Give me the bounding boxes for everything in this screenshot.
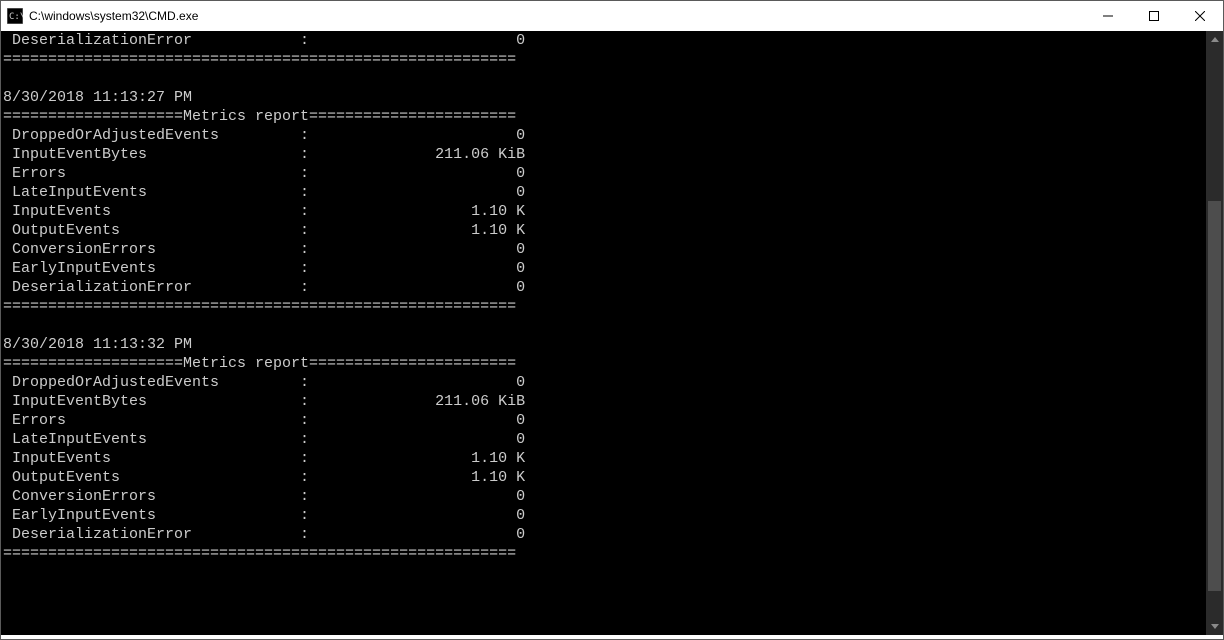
window-title: C:\windows\system32\CMD.exe — [29, 9, 198, 23]
maximize-button[interactable] — [1131, 1, 1177, 31]
content-area: DeserializationError : 0 ===============… — [1, 31, 1223, 635]
minimize-button[interactable] — [1085, 1, 1131, 31]
scroll-down-arrow-icon[interactable] — [1206, 618, 1223, 635]
bottom-edge — [1, 635, 1223, 639]
titlebar[interactable]: C:\ C:\windows\system32\CMD.exe — [1, 1, 1223, 31]
svg-text:C:\: C:\ — [9, 12, 23, 22]
vertical-scrollbar[interactable] — [1206, 31, 1223, 635]
app-window: C:\ C:\windows\system32\CMD.exe Deserial… — [0, 0, 1224, 640]
cmd-icon: C:\ — [7, 8, 23, 24]
terminal-output[interactable]: DeserializationError : 0 ===============… — [1, 31, 1206, 635]
scroll-up-arrow-icon[interactable] — [1206, 31, 1223, 48]
scroll-thumb[interactable] — [1208, 201, 1221, 591]
close-button[interactable] — [1177, 1, 1223, 31]
